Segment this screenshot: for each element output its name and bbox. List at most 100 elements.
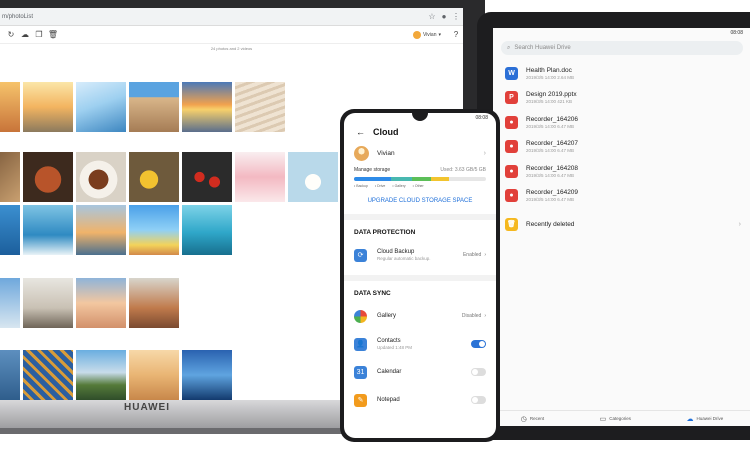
avatar <box>412 30 421 39</box>
contacts-toggle[interactable] <box>471 340 486 348</box>
delete-icon[interactable]: 🗑 <box>46 30 60 39</box>
photo-thumbnail[interactable] <box>0 82 20 132</box>
trash-folder-icon: 🗑 <box>505 217 518 231</box>
storage-legend-item: Backup <box>354 184 368 188</box>
cloud-backup-sub: Regular automatic backup. <box>377 256 431 261</box>
upload-icon[interactable]: ☁ <box>18 30 32 39</box>
cloud-icon: ☁ <box>686 415 694 423</box>
photo-thumbnail[interactable] <box>235 82 285 132</box>
phone: 08:08 ← Cloud Vivian › Manage storage Us… <box>340 109 500 442</box>
recently-deleted-item[interactable]: 🗑 Recently deleted › <box>493 212 750 237</box>
file-item[interactable]: ● Recorder_164207 2019/3/5 14:00 6.47 MB <box>493 135 750 160</box>
gallery-toolbar: ↻ ☁ ❐ 🗑 Vivian ▾ ? <box>0 26 463 44</box>
search-input[interactable]: Search Huawei Drive <box>514 45 570 51</box>
laptop-brand-logo: HUAWEI <box>124 402 170 413</box>
back-arrow-icon[interactable]: ← <box>356 127 365 137</box>
user-menu[interactable]: Vivian ▾ <box>412 30 441 39</box>
file-item[interactable]: ● Recorder_164209 2019/3/5 14:00 6.47 MB <box>493 184 750 209</box>
storage-legend: Backup Drive Gallery Other <box>354 184 486 188</box>
photo-thumbnail[interactable] <box>0 205 20 255</box>
notepad-sync-row: ✎ Notepad <box>344 386 496 414</box>
audio-file-icon: ● <box>505 164 518 178</box>
file-meta: 2019/3/5 14:00 6.47 MB <box>526 172 575 178</box>
file-item[interactable]: P Design 2019.pptx 2019/3/5 14:00 421 KB <box>493 86 750 111</box>
photo-thumbnail[interactable] <box>182 350 232 400</box>
photo-thumbnail[interactable] <box>129 82 179 132</box>
account-row[interactable]: Vivian › <box>344 141 496 165</box>
notepad-toggle[interactable] <box>471 396 486 404</box>
photo-thumbnail[interactable] <box>0 278 20 328</box>
file-item[interactable]: W Health Plan.doc 2019/3/5 14:00 2.64 MB <box>493 61 750 86</box>
tab-recent[interactable]: ◷ Recent <box>521 415 544 423</box>
storage-segment <box>390 177 413 181</box>
photo-thumbnail[interactable] <box>129 205 179 255</box>
clock-icon: ◷ <box>520 415 527 423</box>
chevron-right-icon: › <box>484 313 486 319</box>
calendar-toggle[interactable] <box>471 368 486 376</box>
photo-thumbnail[interactable] <box>288 152 338 202</box>
storage-summary[interactable]: Manage storage Used: 3.63 GB/5 GB Backup… <box>344 167 496 188</box>
storage-used: Used: 3.63 GB/5 GB <box>440 167 486 173</box>
refresh-icon[interactable]: ↻ <box>4 30 18 39</box>
bottom-tab-bar: ◷ Recent ▭ Categories ☁ Huawei Drive <box>493 410 750 426</box>
audio-file-icon: ● <box>505 115 518 129</box>
photo-thumbnail[interactable] <box>23 350 73 400</box>
storage-legend-item: Drive <box>375 184 385 188</box>
file-meta: 2019/3/5 14:00 421 KB <box>526 99 573 105</box>
upgrade-storage-link[interactable]: UPGRADE CLOUD STORAGE SPACE <box>344 198 496 208</box>
drive-search-bar[interactable]: ⌕ Search Huawei Drive <box>501 41 743 55</box>
cloud-backup-label: Cloud Backup <box>377 249 415 255</box>
contacts-icon: 👤 <box>354 337 367 351</box>
photo-thumbnail[interactable] <box>182 152 232 202</box>
photo-thumbnail[interactable] <box>129 350 179 400</box>
file-name: Health Plan.doc <box>526 66 572 74</box>
calendar-sync-row: 31 Calendar <box>344 358 496 386</box>
storage-segment <box>412 177 431 181</box>
tab-label: Recent <box>529 416 545 421</box>
contacts-sync-row: 👤 Contacts Updated 1:48 PM <box>344 330 496 358</box>
photo-thumbnail[interactable] <box>76 82 126 132</box>
file-meta: 2019/3/5 14:00 2.64 MB <box>526 74 575 80</box>
photo-thumbnail[interactable] <box>235 152 285 202</box>
photo-thumbnail[interactable] <box>23 152 73 202</box>
photo-thumbnail[interactable] <box>182 205 232 255</box>
photo-thumbnail[interactable] <box>129 152 179 202</box>
address-bar[interactable]: m/photoList <box>2 14 427 20</box>
tablet-screen: 08:08 ⌕ Search Huawei Drive W Health Plan… <box>493 28 750 426</box>
tab-huawei-drive[interactable]: ☁ Huawei Drive <box>686 415 723 423</box>
photo-thumbnail[interactable] <box>129 278 179 328</box>
copy-icon[interactable]: ❐ <box>32 30 46 39</box>
photo-count: 24 photos and 2 videos <box>210 46 253 51</box>
chevron-right-icon: › <box>484 252 486 258</box>
user-name: Vivian <box>422 31 437 38</box>
photo-thumbnail[interactable] <box>23 205 73 255</box>
browser-toolbar: m/photoList ☆ ● ⋮ <box>0 8 463 26</box>
section-data-sync: DATA SYNC <box>344 275 496 302</box>
photo-thumbnail[interactable] <box>76 278 126 328</box>
browser-menu-icon[interactable]: ⋮ <box>451 12 461 21</box>
photo-thumbnail[interactable] <box>23 82 73 132</box>
photo-thumbnail[interactable] <box>76 205 126 255</box>
cloud-backup-row[interactable]: ⟳ Cloud Backup Regular automatic backup.… <box>344 241 496 269</box>
page-title: Cloud <box>373 127 399 137</box>
tab-categories[interactable]: ▭ Categories <box>600 415 631 423</box>
chevron-down-icon: ▾ <box>438 31 441 38</box>
gallery-label: Gallery <box>377 313 397 319</box>
photo-thumbnail[interactable] <box>0 350 20 400</box>
gallery-sync-row[interactable]: Gallery Disabled › <box>344 302 496 330</box>
contacts-sub: Updated 1:48 PM <box>377 345 413 350</box>
cloud-backup-icon: ⟳ <box>354 248 367 262</box>
photo-thumbnail[interactable] <box>76 350 126 400</box>
bookmark-star-icon[interactable]: ☆ <box>427 12 437 21</box>
file-item[interactable]: ● Recorder_164206 2019/3/5 14:00 6.47 MB <box>493 110 750 135</box>
help-icon[interactable]: ? <box>449 30 463 39</box>
photo-thumbnail[interactable] <box>0 152 20 202</box>
photo-thumbnail[interactable] <box>23 278 73 328</box>
audio-file-icon: ● <box>505 189 518 203</box>
profile-icon[interactable]: ● <box>439 12 449 21</box>
photo-thumbnail[interactable] <box>182 82 232 132</box>
file-meta: 2019/3/5 14:00 6.47 MB <box>526 123 575 129</box>
file-name: Recorder_164206 <box>526 115 579 123</box>
photo-thumbnail[interactable] <box>76 152 126 202</box>
file-item[interactable]: ● Recorder_164208 2019/3/5 14:00 6.47 MB <box>493 159 750 184</box>
